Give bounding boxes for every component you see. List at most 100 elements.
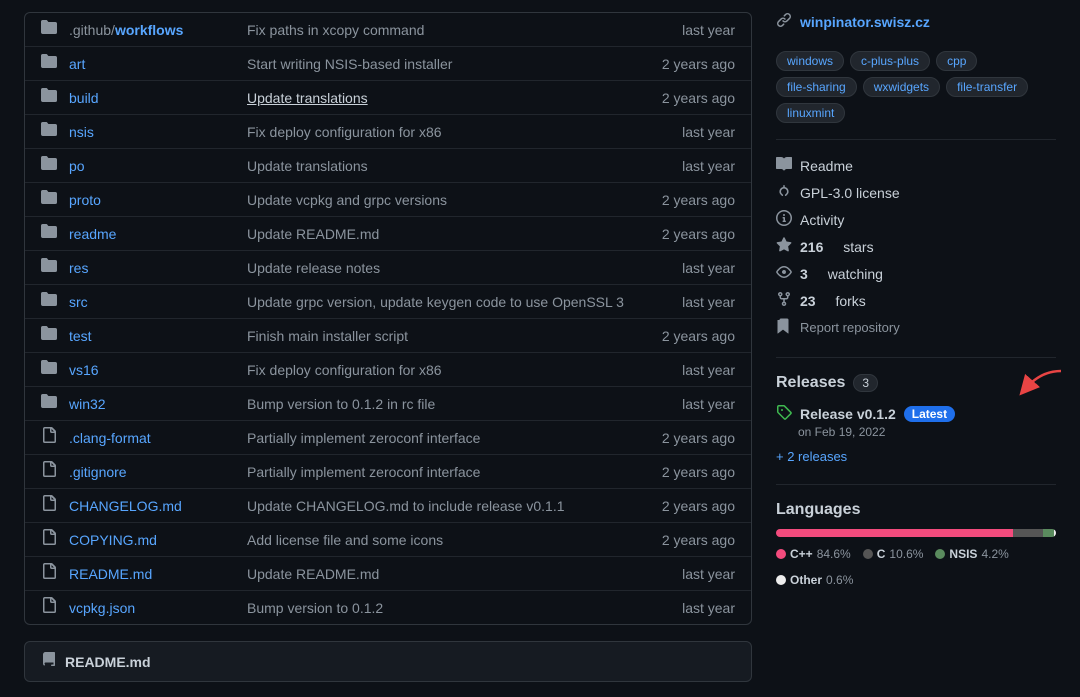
folder-icon xyxy=(41,121,61,142)
file-name[interactable]: art xyxy=(69,56,239,72)
releases-count-badge: 3 xyxy=(853,374,878,392)
release-name-row[interactable]: Release v0.1.2 Latest xyxy=(776,404,1056,423)
lang-bar-segment xyxy=(1054,529,1056,537)
star-icon xyxy=(776,237,792,256)
file-commit: Fix deploy configuration for x86 xyxy=(247,124,637,140)
tag-item[interactable]: linuxmint xyxy=(776,103,845,123)
website-link[interactable]: winpinator.swisz.cz xyxy=(800,14,930,30)
file-commit: Bump version to 0.1.2 xyxy=(247,600,637,616)
book-icon xyxy=(776,156,792,175)
file-name[interactable]: CHANGELOG.md xyxy=(69,498,239,514)
file-name[interactable]: vcpkg.json xyxy=(69,600,239,616)
eye-icon xyxy=(776,264,792,283)
sidebar-report-row[interactable]: Report repository xyxy=(776,318,1056,337)
folder-icon xyxy=(41,291,61,312)
releases-section: Releases 3 xyxy=(776,374,1056,464)
file-icon xyxy=(41,563,61,584)
sidebar-forks-row[interactable]: 23 forks xyxy=(776,291,1056,310)
file-name[interactable]: README.md xyxy=(69,566,239,582)
sidebar-readme-row[interactable]: Readme xyxy=(776,156,1056,175)
file-time: last year xyxy=(645,362,735,378)
table-row: .gitignore Partially implement zeroconf i… xyxy=(25,455,751,489)
file-name[interactable]: .clang-format xyxy=(69,430,239,446)
file-name[interactable]: build xyxy=(69,90,239,106)
file-name[interactable]: res xyxy=(69,260,239,276)
file-name[interactable]: src xyxy=(69,294,239,310)
languages-section: Languages C++84.6%C10.6%NSIS4.2%Other0.6… xyxy=(776,501,1056,587)
lang-item: NSIS4.2% xyxy=(935,547,1008,561)
lang-list: C++84.6%C10.6%NSIS4.2%Other0.6% xyxy=(776,547,1056,587)
file-name[interactable]: vs16 xyxy=(69,362,239,378)
table-row: protoUpdate vcpkg and grpc versions2 yea… xyxy=(25,183,751,217)
fork-icon xyxy=(776,291,792,310)
file-name[interactable]: win32 xyxy=(69,396,239,412)
file-commit[interactable]: Update translations xyxy=(247,90,637,106)
table-row: COPYING.mdAdd license file and some icon… xyxy=(25,523,751,557)
divider-2 xyxy=(776,357,1056,358)
table-row: vs16 Fix deploy configuration for x86 last… xyxy=(25,353,751,387)
file-name[interactable]: .github/workflows xyxy=(69,22,239,38)
readme-footer[interactable]: README.md xyxy=(24,641,752,682)
tag-item[interactable]: wxwidgets xyxy=(863,77,940,97)
lang-item: C++84.6% xyxy=(776,547,851,561)
file-time: last year xyxy=(645,566,735,582)
file-icon xyxy=(41,529,61,550)
tag-item[interactable]: cpp xyxy=(936,51,977,71)
file-icon xyxy=(41,461,61,482)
releases-header: Releases 3 xyxy=(776,374,1056,392)
table-row: artStart writing NSIS-based installer2 y… xyxy=(25,47,751,81)
file-time: last year xyxy=(645,294,735,310)
releases-title: Releases xyxy=(776,374,845,392)
lang-bar xyxy=(776,529,1056,537)
file-icon xyxy=(41,495,61,516)
release-item: Release v0.1.2 Latest on Feb 19, 2022 xyxy=(776,404,1056,439)
file-commit: Fix deploy configuration for x86 xyxy=(247,362,637,378)
tag-item[interactable]: file-transfer xyxy=(946,77,1028,97)
lang-pct: 0.6% xyxy=(826,573,853,587)
folder-icon xyxy=(41,393,61,414)
lang-bar-segment xyxy=(776,529,1013,537)
folder-icon xyxy=(41,325,61,346)
file-name[interactable]: po xyxy=(69,158,239,174)
file-name[interactable]: .gitignore xyxy=(69,464,239,480)
more-releases-link[interactable]: + 2 releases xyxy=(776,449,1056,464)
file-name[interactable]: readme xyxy=(69,226,239,242)
sidebar-stars-row[interactable]: 216 stars xyxy=(776,237,1056,256)
table-row: testFinish main installer script2 years … xyxy=(25,319,751,353)
file-name[interactable]: test xyxy=(69,328,239,344)
forks-count: 23 xyxy=(800,293,816,309)
tag-item[interactable]: windows xyxy=(776,51,844,71)
file-name[interactable]: nsis xyxy=(69,124,239,140)
lang-name: Other xyxy=(790,573,822,587)
lang-item: Other 0.6% xyxy=(776,573,853,587)
release-name: Release v0.1.2 xyxy=(800,406,896,422)
report-label: Report repository xyxy=(800,320,900,335)
file-name[interactable]: proto xyxy=(69,192,239,208)
release-date: on Feb 19, 2022 xyxy=(798,425,1056,439)
file-commit: Partially implement zeroconf interface xyxy=(247,464,637,480)
stars-label: stars xyxy=(843,239,873,255)
file-name[interactable]: COPYING.md xyxy=(69,532,239,548)
table-row: poUpdate translationslast year xyxy=(25,149,751,183)
folder-icon xyxy=(41,223,61,244)
file-time: last year xyxy=(645,396,735,412)
table-row: README.md Update README.md last year xyxy=(25,557,751,591)
file-commit: Update release notes xyxy=(247,260,637,276)
file-time: 2 years ago xyxy=(645,464,735,480)
file-commit: Bump version to 0.1.2 in rc file xyxy=(247,396,637,412)
sidebar-stats-section: Readme GPL-3.0 license Activity xyxy=(776,156,1056,337)
tag-item[interactable]: c-plus-plus xyxy=(850,51,930,71)
stars-count: 216 xyxy=(800,239,823,255)
file-commit: Update README.md xyxy=(247,566,637,582)
sidebar-activity-row[interactable]: Activity xyxy=(776,210,1056,229)
table-row: CHANGELOG.mdUpdate CHANGELOG.md to inclu… xyxy=(25,489,751,523)
readme-footer-label: README.md xyxy=(65,654,151,670)
file-time: last year xyxy=(645,22,735,38)
link-icon xyxy=(776,12,792,31)
sidebar-license-row[interactable]: GPL-3.0 license xyxy=(776,183,1056,202)
lang-name: NSIS xyxy=(949,547,977,561)
sidebar-watching-row[interactable]: 3 watching xyxy=(776,264,1056,283)
lang-dot xyxy=(863,549,873,559)
tag-icon xyxy=(776,404,792,423)
tag-item[interactable]: file-sharing xyxy=(776,77,857,97)
